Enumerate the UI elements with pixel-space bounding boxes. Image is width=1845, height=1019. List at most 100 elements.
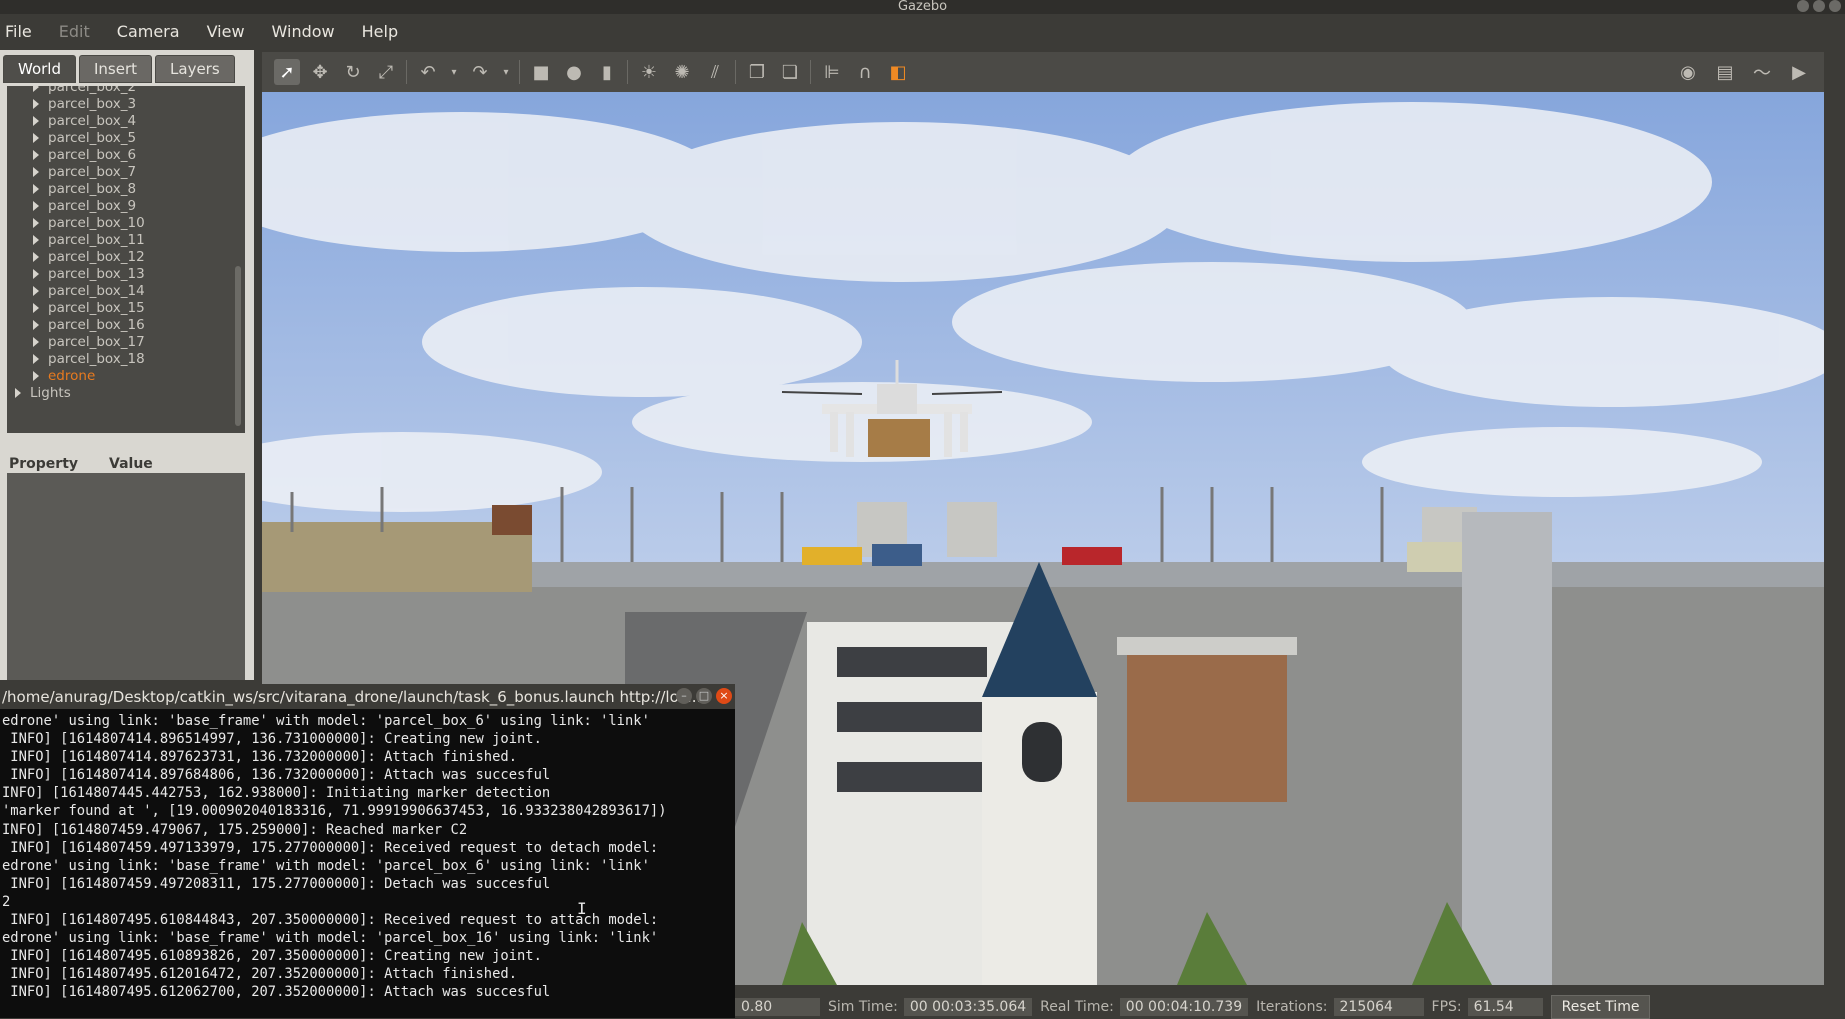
point-light-icon[interactable]: ☀ bbox=[636, 59, 662, 85]
menu-file[interactable]: File bbox=[5, 22, 32, 41]
redo-dropdown-icon[interactable]: ▾ bbox=[500, 59, 512, 85]
window-title: Gazebo bbox=[897, 0, 948, 14]
toolbar-divider bbox=[519, 60, 520, 84]
red-truck bbox=[1062, 547, 1122, 565]
terminal-window-controls: – □ × bbox=[676, 688, 732, 704]
tree-item-label: parcel_box_2 bbox=[48, 86, 137, 95]
status-bar: 0.80 Sim Time: 00 00:03:35.064 Real Time… bbox=[735, 994, 1845, 1019]
box-icon[interactable]: ■ bbox=[528, 59, 554, 85]
plot-icon[interactable]: 〜 bbox=[1749, 59, 1775, 85]
terminal-maximize-button[interactable]: □ bbox=[696, 688, 712, 704]
tree-item-label: parcel_box_14 bbox=[48, 282, 145, 299]
left-panel-tabs: World Insert Layers bbox=[3, 55, 238, 85]
expand-arrow-icon[interactable] bbox=[33, 336, 39, 347]
tree-item[interactable]: parcel_box_18 bbox=[33, 350, 145, 367]
minimize-window-button[interactable] bbox=[1797, 0, 1809, 12]
expand-arrow-icon[interactable] bbox=[33, 86, 39, 92]
maximize-window-button[interactable] bbox=[1813, 0, 1825, 12]
expand-arrow-icon[interactable] bbox=[33, 149, 39, 160]
translate-icon[interactable]: ✥ bbox=[307, 59, 333, 85]
tab-layers[interactable]: Layers bbox=[155, 55, 235, 83]
tree-item[interactable]: parcel_box_15 bbox=[33, 299, 145, 316]
paste-icon[interactable]: ❏ bbox=[777, 59, 803, 85]
tree-item[interactable]: edrone bbox=[33, 367, 95, 384]
screenshot-icon[interactable]: ◉ bbox=[1675, 59, 1701, 85]
undo-dropdown-icon[interactable]: ▾ bbox=[448, 59, 460, 85]
terminal-close-button[interactable]: × bbox=[716, 688, 732, 704]
church-window bbox=[1022, 722, 1062, 782]
copy-icon[interactable]: ❐ bbox=[744, 59, 770, 85]
tree-item[interactable]: parcel_box_13 bbox=[33, 265, 145, 282]
terminal-window[interactable]: /home/anurag/Desktop/catkin_ws/src/vitar… bbox=[0, 684, 735, 1018]
expand-arrow-icon[interactable] bbox=[33, 302, 39, 313]
tab-world[interactable]: World bbox=[3, 55, 76, 83]
record-icon[interactable]: ▶ bbox=[1786, 59, 1812, 85]
tree-item-label: parcel_box_10 bbox=[48, 214, 145, 231]
tree-item[interactable]: parcel_box_8 bbox=[33, 180, 136, 197]
tree-item[interactable]: parcel_box_5 bbox=[33, 129, 136, 146]
scale-icon[interactable]: ⤢ bbox=[373, 59, 399, 85]
tree-item[interactable]: parcel_box_6 bbox=[33, 146, 136, 163]
menu-help[interactable]: Help bbox=[362, 22, 398, 41]
tree-item[interactable]: parcel_box_12 bbox=[33, 248, 145, 265]
world-tree: parcel_box_2 parcel_box_3 parcel_box_4 parc… bbox=[7, 86, 245, 433]
align-icon[interactable]: ⊫ bbox=[819, 59, 845, 85]
expand-arrow-icon[interactable] bbox=[33, 319, 39, 330]
terminal-output[interactable]: edrone' using link: 'base_frame' with mo… bbox=[0, 709, 735, 1002]
terminal-titlebar[interactable]: /home/anurag/Desktop/catkin_ws/src/vitar… bbox=[0, 684, 735, 709]
expand-arrow-icon[interactable] bbox=[33, 370, 39, 381]
snap-icon[interactable]: ∩ bbox=[852, 59, 878, 85]
view-angle-icon[interactable]: ◧ bbox=[885, 59, 911, 85]
toolbar-right-group: ◉ ▤ 〜 ▶ bbox=[1675, 59, 1812, 85]
tree-item[interactable]: parcel_box_16 bbox=[33, 316, 145, 333]
log-icon[interactable]: ▤ bbox=[1712, 59, 1738, 85]
tree-item[interactable]: parcel_box_10 bbox=[33, 214, 145, 231]
expand-arrow-icon[interactable] bbox=[33, 183, 39, 194]
expand-arrow-icon[interactable] bbox=[33, 166, 39, 177]
reset-time-button[interactable]: Reset Time bbox=[1550, 994, 1651, 1019]
expand-arrow-icon[interactable] bbox=[33, 251, 39, 262]
terminal-line: INFO] [1614807459.497133979, 175.2770000… bbox=[2, 839, 659, 856]
fps-label: FPS: bbox=[1431, 998, 1462, 1015]
menu-window[interactable]: Window bbox=[272, 22, 335, 41]
tree-scrollbar[interactable] bbox=[235, 266, 241, 426]
menu-camera[interactable]: Camera bbox=[117, 22, 180, 41]
expand-arrow-icon[interactable] bbox=[33, 115, 39, 126]
tree-item[interactable]: parcel_box_17 bbox=[33, 333, 145, 350]
redo-icon[interactable]: ↷ bbox=[467, 59, 493, 85]
expand-arrow-icon[interactable] bbox=[33, 268, 39, 279]
tree-item-label: parcel_box_13 bbox=[48, 265, 145, 282]
rotate-icon[interactable]: ↻ bbox=[340, 59, 366, 85]
tree-item[interactable]: parcel_box_2 bbox=[33, 86, 136, 95]
tree-item[interactable]: parcel_box_9 bbox=[33, 197, 136, 214]
tree-item[interactable]: parcel_box_7 bbox=[33, 163, 136, 180]
close-window-button[interactable] bbox=[1829, 0, 1841, 12]
expand-arrow-icon[interactable] bbox=[33, 132, 39, 143]
tree-item-lights[interactable]: Lights bbox=[15, 384, 71, 401]
fps-value: 61.54 bbox=[1467, 997, 1543, 1016]
left-panel: World Insert Layers parcel_box_2 parcel_b… bbox=[0, 50, 254, 680]
undo-icon[interactable]: ↶ bbox=[415, 59, 441, 85]
terminal-minimize-button[interactable]: – bbox=[676, 688, 692, 704]
select-icon[interactable]: ➚ bbox=[274, 59, 300, 85]
cylinder-icon[interactable]: ▮ bbox=[594, 59, 620, 85]
menu-bar: File Edit Camera View Window Help bbox=[0, 14, 1845, 48]
toolbar-divider bbox=[810, 60, 811, 84]
tree-item[interactable]: parcel_box_3 bbox=[33, 95, 136, 112]
menu-view[interactable]: View bbox=[207, 22, 245, 41]
expand-arrow-icon[interactable] bbox=[33, 200, 39, 211]
terminal-line: edrone' using link: 'base_frame' with mo… bbox=[2, 930, 659, 947]
expand-arrow-icon[interactable] bbox=[15, 387, 21, 398]
expand-arrow-icon[interactable] bbox=[33, 217, 39, 228]
spot-light-icon[interactable]: ✺ bbox=[669, 59, 695, 85]
expand-arrow-icon[interactable] bbox=[33, 234, 39, 245]
expand-arrow-icon[interactable] bbox=[33, 98, 39, 109]
expand-arrow-icon[interactable] bbox=[33, 353, 39, 364]
sphere-icon[interactable]: ● bbox=[561, 59, 587, 85]
tree-item[interactable]: parcel_box_14 bbox=[33, 282, 145, 299]
tree-item[interactable]: parcel_box_11 bbox=[33, 231, 145, 248]
tree-item[interactable]: parcel_box_4 bbox=[33, 112, 136, 129]
tab-insert[interactable]: Insert bbox=[79, 55, 153, 83]
expand-arrow-icon[interactable] bbox=[33, 285, 39, 296]
directional-light-icon[interactable]: ⫽ bbox=[702, 59, 728, 85]
